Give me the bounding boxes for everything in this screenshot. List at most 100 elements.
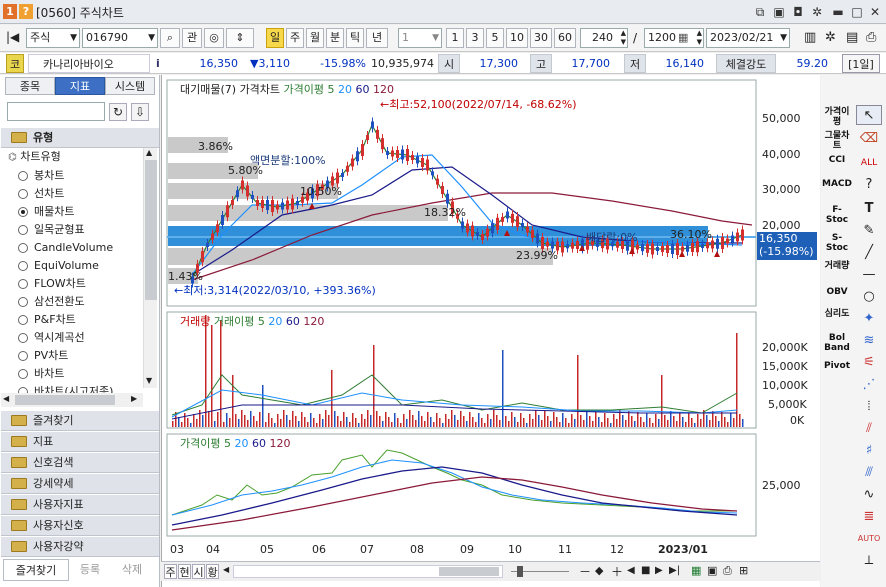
count-10[interactable]: 10 [506, 28, 528, 48]
updown-button[interactable]: ⇕ [226, 28, 254, 48]
group-folder[interactable]: 사용자강약 [1, 537, 159, 557]
indicator-shortcut[interactable]: 가격이평 [822, 107, 852, 127]
ruler-icon[interactable]: ⟂ [856, 551, 882, 571]
chart-type-item[interactable]: EquiVolume [18, 257, 99, 275]
play-next-icon[interactable]: ▶ [655, 565, 663, 576]
period-tick[interactable]: 틱 [346, 28, 364, 48]
fibo-icon[interactable]: ≋ [856, 331, 882, 351]
tab-stock[interactable]: 종목 [5, 77, 55, 95]
gear-icon[interactable]: ✲ [809, 4, 825, 20]
chart-type-item[interactable]: 삼선전환도 [18, 293, 85, 311]
compare-button[interactable]: ◎ [204, 28, 224, 48]
scrollbar-horizontal[interactable]: ◀ ▶ [1, 393, 143, 407]
pitchfork-icon[interactable]: ⚟ [856, 353, 882, 373]
group-type[interactable]: 유형 [1, 128, 159, 148]
indicator-shortcut[interactable]: OBV [822, 287, 852, 297]
period-day[interactable]: 일 [266, 28, 284, 48]
last-icon[interactable]: ▶| [669, 565, 680, 576]
indicator-shortcut[interactable]: Bol Band [822, 333, 852, 353]
wave-icon[interactable]: ∿ [856, 485, 882, 505]
prev-stock-icon[interactable]: |◀ [6, 30, 19, 44]
market-select[interactable]: 주식 ▼ [26, 28, 80, 48]
camera-icon[interactable]: ◘ [790, 4, 806, 20]
auto-icon[interactable]: AUTO [856, 529, 882, 549]
print2-icon[interactable]: ⎙ [723, 564, 732, 578]
question-icon[interactable]: ? [856, 175, 882, 195]
related-button[interactable]: 관 [182, 28, 202, 48]
count-1[interactable]: 1 [446, 28, 464, 48]
search-button[interactable]: ⌕ [160, 28, 180, 48]
chart-type-item[interactable]: 일목균형표 [18, 221, 85, 239]
indicator-shortcut[interactable]: MACD [822, 179, 852, 189]
group-folder[interactable]: 사용자지표 [1, 495, 159, 515]
close-icon[interactable]: ✕ [867, 4, 883, 20]
chart-type-item[interactable]: 봉차트 [18, 167, 64, 185]
minimize-icon[interactable]: ▬ [830, 4, 846, 20]
bottom-tab-favorites[interactable]: 즐겨찾기 [3, 559, 69, 581]
eraser-icon[interactable]: ⌫ [856, 129, 882, 149]
line-icon[interactable]: ╱ [856, 243, 882, 263]
indicator-shortcut[interactable]: S-Stoc [822, 233, 852, 253]
count-select[interactable]: 1 ▼ [398, 28, 442, 48]
count-60[interactable]: 60 [554, 28, 576, 48]
save-icon[interactable]: ▤ [846, 30, 858, 45]
tree-root[interactable]: ⌬ 차트유형 [8, 148, 61, 166]
channel-icon[interactable]: ⫽ [856, 419, 882, 439]
tab-indicator[interactable]: 지표 [55, 77, 105, 95]
scrollbar-vertical[interactable]: ▲ ▼ [143, 148, 157, 388]
maximize-icon[interactable]: □ [849, 4, 865, 20]
scroll-thumb[interactable] [145, 160, 157, 300]
play-prev-icon[interactable]: ◀ [627, 565, 635, 576]
indicator-shortcut[interactable]: Pivot [822, 361, 852, 371]
chart-type-item[interactable]: 선차트 [18, 185, 64, 203]
chart-type-item[interactable]: FLOW차트 [18, 275, 86, 293]
help-badge[interactable]: ? [19, 4, 33, 19]
group-folder[interactable]: 강세약세 [1, 474, 159, 494]
bars-icon[interactable]: ⦙ [856, 397, 882, 417]
cursor-icon[interactable]: ↖ [856, 105, 882, 125]
layout-icon[interactable]: ⊞ [739, 564, 748, 577]
grid-icon[interactable]: ▦ [678, 31, 688, 44]
gann-icon[interactable]: ⋰ [856, 375, 882, 395]
all-icon[interactable]: ALL [856, 153, 882, 173]
chart-tools-icon[interactable]: ▥ [804, 30, 816, 45]
info-icon[interactable]: i [156, 54, 166, 73]
total-input[interactable]: 1200 ▲ ▼ [644, 28, 704, 48]
magic-icon[interactable]: ✦ [856, 309, 882, 329]
floppy-icon[interactable]: ▣ [707, 564, 717, 577]
scroll-up-icon[interactable]: ▲ [146, 148, 152, 157]
scroll-left-icon[interactable]: ◀ [3, 394, 9, 403]
bottom-tab-1[interactable]: 주 [164, 564, 177, 579]
cycle-icon[interactable]: ♯ [856, 441, 882, 461]
refresh-icon[interactable]: ↻ [109, 103, 127, 121]
bottom-tab-2[interactable]: 현 [178, 564, 191, 579]
hline-icon[interactable]: — [856, 265, 882, 285]
chart-type-item[interactable]: 바차트 [18, 365, 64, 383]
print-icon[interactable]: ⎙ [866, 30, 876, 45]
chart-type-item[interactable]: CandleVolume [18, 239, 113, 257]
circle-icon[interactable]: ○ [856, 287, 882, 307]
period-week[interactable]: 주 [286, 28, 304, 48]
period-year[interactable]: 년 [366, 28, 388, 48]
period-tag[interactable]: [1일] [842, 54, 880, 73]
chart-scroll-thumb[interactable] [439, 567, 499, 576]
bottom-tab-3[interactable]: 시 [192, 564, 205, 579]
group-folder[interactable]: 사용자신호 [1, 516, 159, 536]
bottom-tab-4[interactable]: 황 [206, 564, 219, 579]
chart-type-item[interactable]: PV차트 [18, 347, 68, 365]
levels-icon[interactable]: ≣ [856, 507, 882, 527]
count-5[interactable]: 5 [486, 28, 504, 48]
hscroll-left-icon[interactable]: ◀ [223, 565, 229, 574]
excel-icon[interactable]: ▦ [691, 564, 701, 577]
count-30[interactable]: 30 [530, 28, 552, 48]
text-icon[interactable]: T [856, 199, 882, 219]
indicator-shortcut[interactable]: 그물차트 [822, 131, 852, 151]
settings-icon[interactable]: ✲ [825, 30, 836, 45]
period-minute[interactable]: 분 [326, 28, 344, 48]
copy-icon[interactable]: ▣ [771, 4, 787, 20]
indicator-shortcut[interactable]: 거래량 [822, 261, 852, 271]
zoom-out-icon[interactable]: － [579, 563, 591, 580]
download-icon[interactable]: ⇩ [131, 103, 149, 121]
group-folder[interactable]: 신호검색 [1, 453, 159, 473]
scroll-down-icon[interactable]: ▼ [146, 376, 152, 385]
